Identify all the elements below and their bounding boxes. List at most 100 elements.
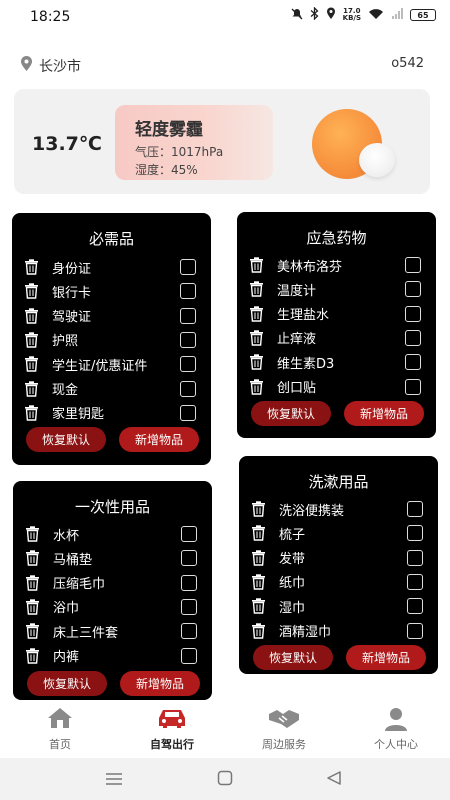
trash-icon[interactable] bbox=[24, 380, 39, 397]
list-item: 水杯 bbox=[25, 524, 79, 544]
list-item: 洗浴便携装 bbox=[251, 499, 344, 519]
nav-home[interactable]: 首页 bbox=[4, 700, 116, 758]
bottom-nav: 首页 自驾出行 周边服务 个人中心 bbox=[0, 700, 450, 758]
item-checkbox[interactable] bbox=[407, 525, 423, 542]
item-checkbox[interactable] bbox=[181, 623, 197, 640]
card-title: 必需品 bbox=[88, 230, 134, 248]
card-title: 一次性用品 bbox=[74, 498, 150, 516]
nav-profile[interactable]: 个人中心 bbox=[340, 700, 450, 758]
nav-label: 首页 bbox=[49, 738, 71, 751]
reset-default-button[interactable]: 恢复默认 bbox=[27, 671, 107, 696]
nav-label: 自驾出行 bbox=[150, 738, 194, 751]
item-label: 内裤 bbox=[53, 650, 80, 665]
item-checkbox[interactable] bbox=[405, 305, 421, 322]
trash-icon[interactable] bbox=[24, 283, 39, 299]
trash-icon[interactable] bbox=[249, 305, 264, 322]
trash-icon[interactable] bbox=[24, 405, 39, 421]
reset-default-button[interactable]: 恢复默认 bbox=[253, 645, 333, 670]
trash-icon[interactable] bbox=[251, 598, 266, 614]
trash-icon[interactable] bbox=[24, 356, 39, 372]
trash-icon[interactable] bbox=[249, 281, 264, 297]
trash-icon[interactable] bbox=[25, 599, 40, 615]
trash-icon[interactable] bbox=[251, 574, 266, 590]
list-item: 银行卡 bbox=[24, 281, 91, 301]
bluetooth-icon bbox=[310, 6, 319, 23]
item-checkbox[interactable] bbox=[180, 380, 196, 397]
reset-default-button[interactable]: 恢复默认 bbox=[251, 401, 331, 426]
item-label: 现金 bbox=[52, 383, 79, 398]
nav-self-drive[interactable]: 自驾出行 bbox=[116, 700, 228, 758]
item-checkbox[interactable] bbox=[405, 257, 421, 273]
trash-icon[interactable] bbox=[24, 307, 39, 324]
item-checkbox[interactable] bbox=[180, 307, 196, 324]
location-status-icon bbox=[326, 7, 336, 23]
trash-icon[interactable] bbox=[249, 257, 264, 273]
reset-default-button[interactable]: 恢复默认 bbox=[26, 427, 106, 452]
list-item: 止痒液 bbox=[249, 328, 316, 348]
list-item: 美林布洛芬 bbox=[249, 255, 342, 275]
item-checkbox[interactable] bbox=[180, 404, 196, 421]
list-item: 现金 bbox=[24, 379, 78, 399]
trash-icon[interactable] bbox=[25, 526, 40, 542]
nav-nearby-services[interactable]: 周边服务 bbox=[228, 700, 340, 758]
item-checkbox[interactable] bbox=[405, 354, 421, 371]
wifi-icon bbox=[368, 8, 384, 23]
trash-icon[interactable] bbox=[25, 574, 40, 591]
item-checkbox[interactable] bbox=[180, 259, 196, 275]
item-checkbox[interactable] bbox=[407, 573, 423, 590]
menu-icon[interactable] bbox=[105, 771, 123, 790]
trash-icon[interactable] bbox=[24, 332, 39, 348]
item-label: 学生证/优惠证件 bbox=[52, 358, 148, 374]
trash-icon[interactable] bbox=[249, 378, 264, 395]
item-checkbox[interactable] bbox=[181, 574, 197, 591]
list-item: 学生证/优惠证件 bbox=[24, 354, 147, 374]
item-checkbox[interactable] bbox=[405, 281, 421, 298]
item-checkbox[interactable] bbox=[180, 283, 196, 300]
list-item: 压缩毛巾 bbox=[25, 573, 105, 593]
item-checkbox[interactable] bbox=[407, 622, 423, 639]
item-checkbox[interactable] bbox=[405, 378, 421, 395]
item-checkbox[interactable] bbox=[181, 550, 197, 567]
trash-icon[interactable] bbox=[24, 259, 39, 275]
item-checkbox[interactable] bbox=[180, 331, 196, 348]
item-checkbox[interactable] bbox=[181, 526, 197, 542]
home-square-icon[interactable] bbox=[217, 770, 233, 790]
item-checkbox[interactable] bbox=[405, 329, 421, 346]
location-selector[interactable]: 长沙市 bbox=[20, 56, 81, 76]
item-checkbox[interactable] bbox=[181, 598, 197, 615]
card-title: 应急药物 bbox=[306, 229, 367, 247]
list-item: 驾驶证 bbox=[24, 306, 91, 326]
item-label: 生理盐水 bbox=[277, 308, 330, 324]
trash-icon[interactable] bbox=[25, 647, 40, 664]
list-item: 梳子 bbox=[251, 523, 305, 543]
item-checkbox[interactable] bbox=[180, 356, 196, 373]
list-item: 马桶垫 bbox=[25, 548, 92, 568]
add-item-button[interactable]: 新增物品 bbox=[120, 671, 200, 696]
list-item: 维生素D3 bbox=[249, 352, 334, 372]
corner-code: o542 bbox=[391, 56, 424, 71]
item-label: 止痒液 bbox=[277, 332, 317, 348]
trash-icon[interactable] bbox=[251, 622, 266, 639]
add-item-button[interactable]: 新增物品 bbox=[346, 645, 426, 670]
nav-label: 个人中心 bbox=[374, 738, 418, 751]
item-checkbox[interactable] bbox=[407, 549, 423, 566]
add-item-button[interactable]: 新增物品 bbox=[344, 401, 424, 426]
trash-icon[interactable] bbox=[249, 354, 264, 370]
item-checkbox[interactable] bbox=[181, 647, 197, 664]
item-label: 温度计 bbox=[277, 283, 317, 299]
item-label: 身份证 bbox=[52, 261, 92, 277]
back-icon[interactable] bbox=[326, 770, 342, 790]
trash-icon[interactable] bbox=[251, 525, 266, 541]
trash-icon[interactable] bbox=[251, 501, 266, 517]
trash-icon[interactable] bbox=[251, 549, 266, 566]
trash-icon[interactable] bbox=[25, 623, 40, 639]
add-item-button[interactable]: 新增物品 bbox=[119, 427, 199, 452]
trash-icon[interactable] bbox=[25, 550, 40, 566]
list-item: 发带 bbox=[251, 548, 305, 568]
status-icons: 17.0 KB/S 65 bbox=[291, 6, 436, 23]
item-checkbox[interactable] bbox=[407, 501, 423, 517]
item-label: 压缩毛巾 bbox=[53, 577, 106, 593]
trash-icon[interactable] bbox=[249, 330, 264, 346]
item-label: 浴巾 bbox=[53, 601, 80, 617]
item-checkbox[interactable] bbox=[407, 598, 423, 615]
